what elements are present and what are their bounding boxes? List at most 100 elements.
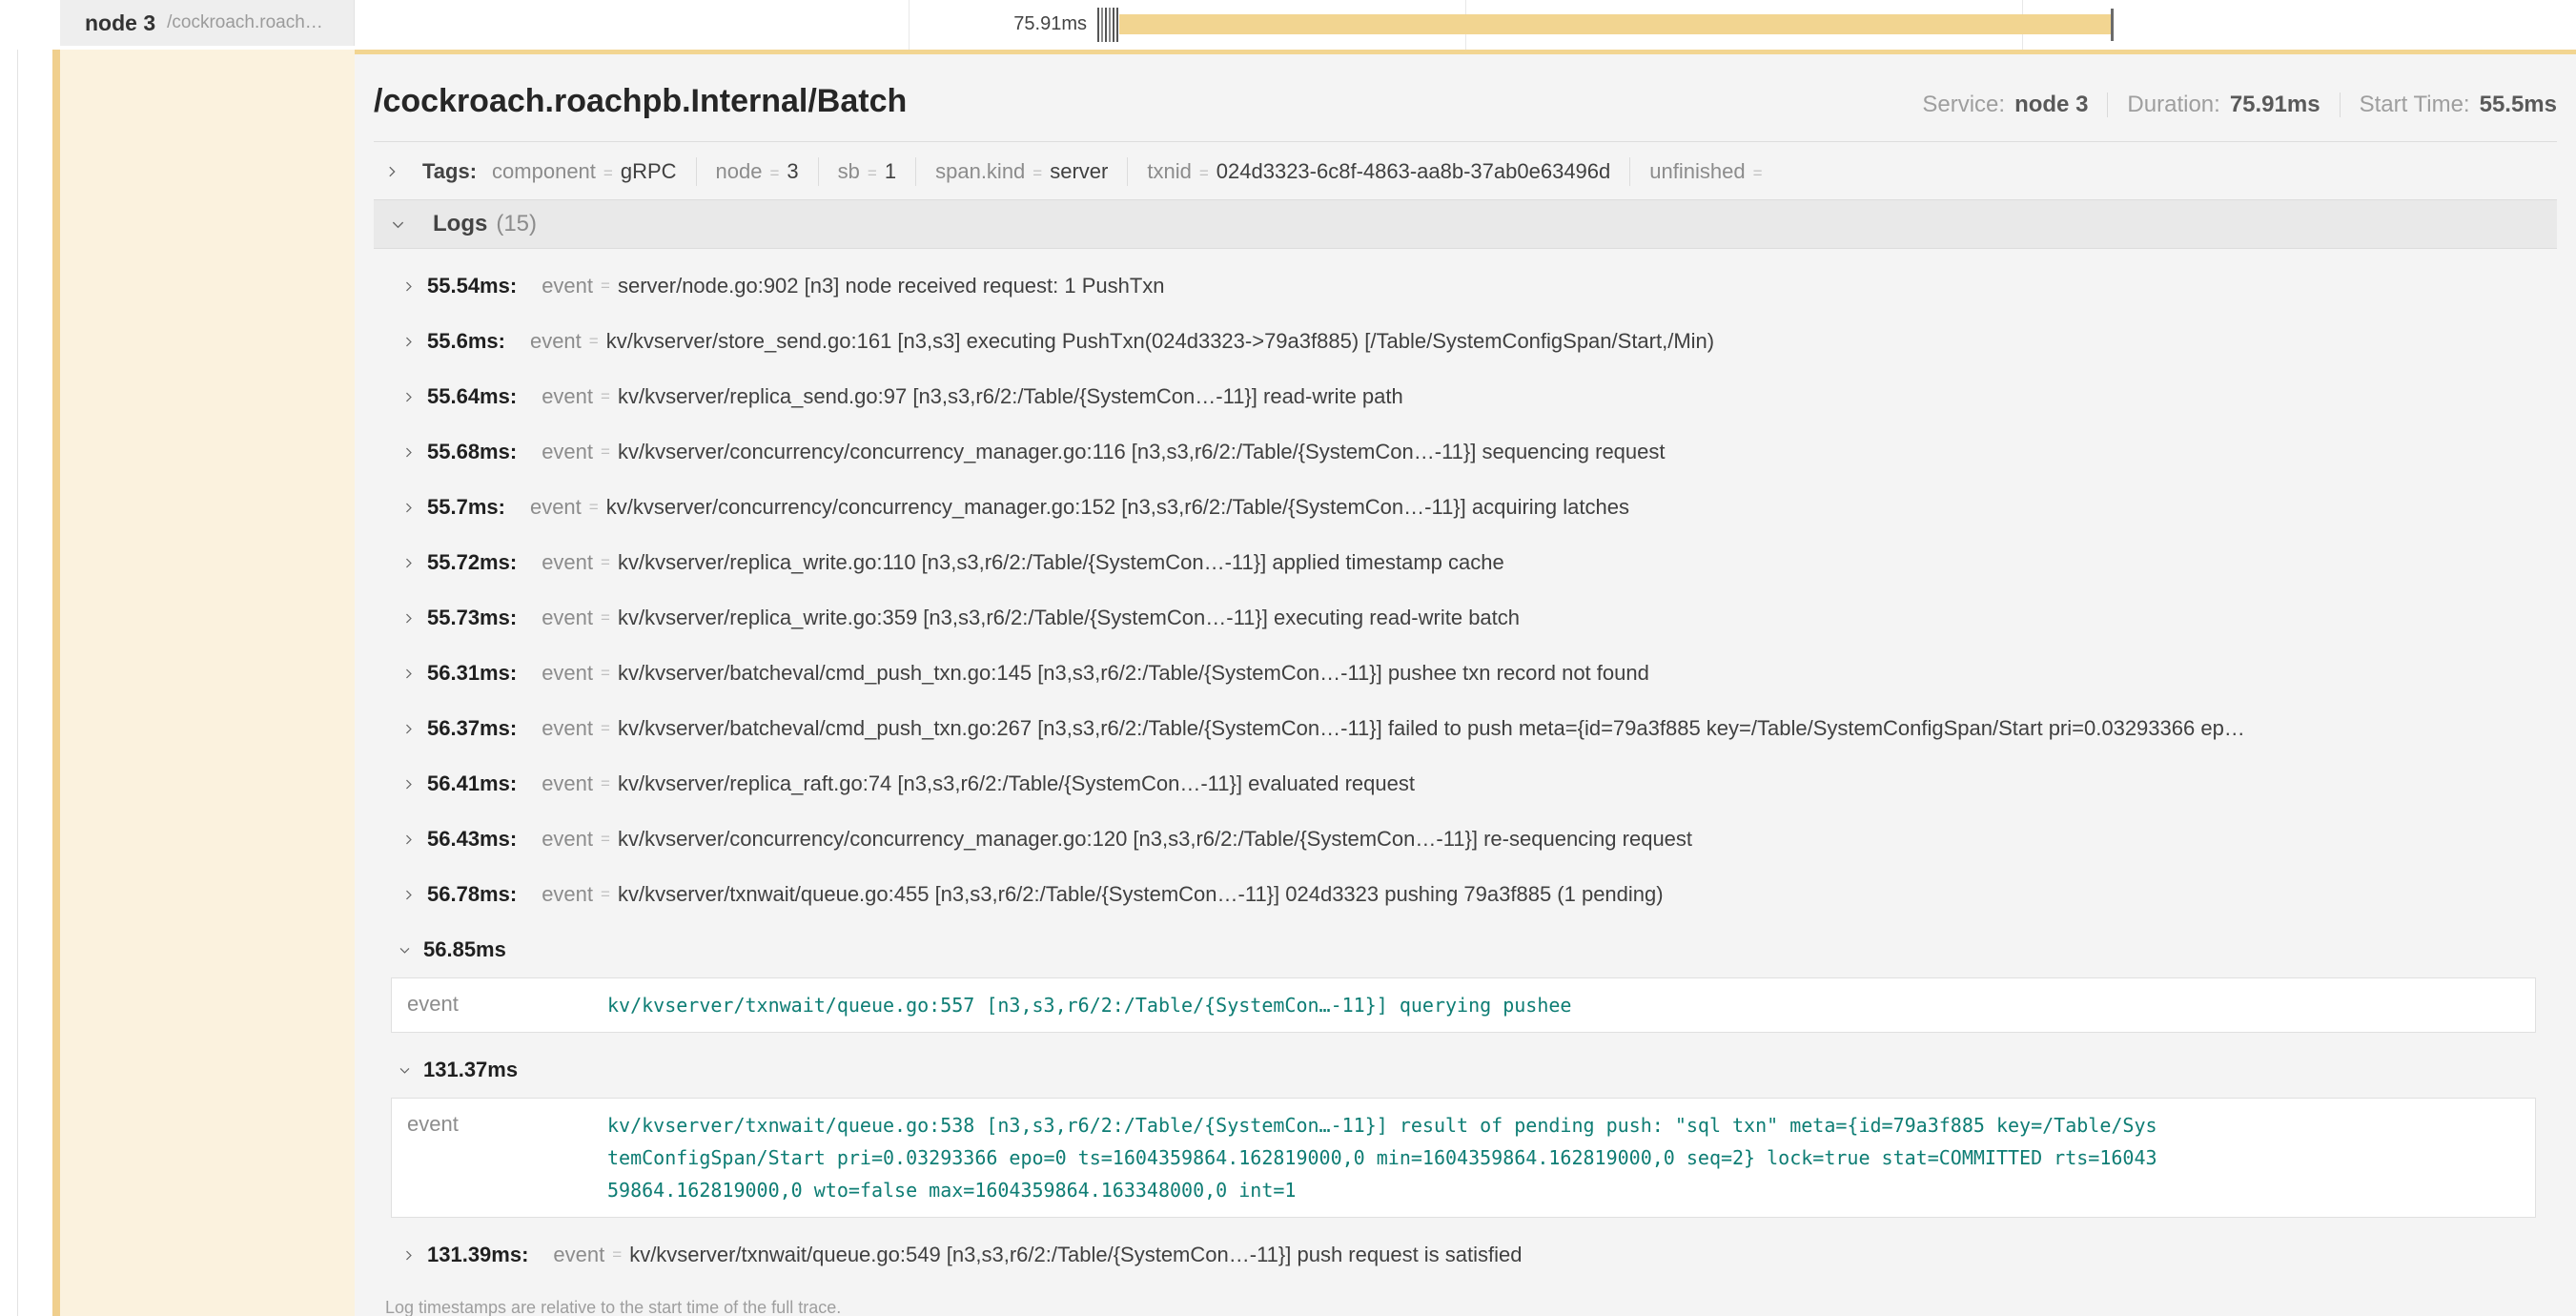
log-field-value: kv/kvserver/concurrency/concurrency_mana… bbox=[618, 827, 1692, 852]
chevron-right-icon bbox=[402, 446, 415, 459]
log-row[interactable]: 55.73ms: event = kv/kvserver/replica_wri… bbox=[374, 590, 2557, 646]
log-row[interactable]: 55.68ms: event = kv/kvserver/concurrency… bbox=[374, 424, 2557, 480]
log-field-key: event bbox=[542, 827, 593, 852]
logs-section-header[interactable]: Logs (15) bbox=[374, 199, 2557, 249]
log-row[interactable]: 55.54ms: event = server/node.go:902 [n3]… bbox=[374, 258, 2557, 314]
log-row[interactable]: 55.6ms: event = kv/kvserver/store_send.g… bbox=[374, 314, 2557, 369]
log-timestamp: 131.37ms bbox=[423, 1058, 518, 1082]
logs-chevron-down-icon[interactable] bbox=[391, 217, 405, 232]
log-field-key: event bbox=[542, 606, 593, 630]
log-field-key: event bbox=[542, 550, 593, 575]
meta-divider bbox=[2107, 93, 2108, 117]
logs-list: 55.54ms: event = server/node.go:902 [n3]… bbox=[374, 249, 2557, 1283]
log-field-value: kv/kvserver/replica_send.go:97 [n3,s3,r6… bbox=[618, 384, 1403, 409]
log-field-key: event bbox=[553, 1243, 604, 1267]
log-field-key: event bbox=[542, 274, 593, 298]
log-timestamp: 55.6ms: bbox=[427, 329, 505, 354]
span-service-name: node 3 bbox=[85, 10, 155, 36]
log-timestamp: 55.54ms: bbox=[427, 274, 517, 298]
log-row[interactable]: 56.43ms: event = kv/kvserver/concurrency… bbox=[374, 812, 2557, 867]
log-timestamp: 56.41ms: bbox=[427, 771, 517, 796]
log-field-key: event bbox=[530, 495, 582, 520]
tag-sb: sb = 1 bbox=[838, 159, 896, 184]
chevron-right-icon bbox=[402, 612, 415, 625]
log-row[interactable]: 56.78ms: event = kv/kvserver/txnwait/que… bbox=[374, 867, 2557, 922]
log-timestamp: 56.78ms: bbox=[427, 882, 517, 907]
expanded-log-header[interactable]: 56.85ms bbox=[374, 922, 2557, 977]
chevron-right-icon bbox=[402, 668, 415, 680]
tags-row[interactable]: Tags: component = gRPC node = 3 sb = 1 s… bbox=[374, 142, 2557, 199]
log-timestamp: 131.39ms: bbox=[427, 1243, 528, 1267]
log-field-value: kv/kvserver/concurrency/concurrency_mana… bbox=[606, 495, 1629, 520]
span-name-tab[interactable]: node 3 /cockroach.roach… bbox=[60, 0, 355, 46]
start-time-value: 55.5ms bbox=[2480, 92, 2557, 118]
chevron-right-icon bbox=[402, 833, 415, 846]
tag-divider bbox=[696, 157, 697, 186]
span-duration-bar[interactable] bbox=[1119, 14, 2112, 34]
log-row[interactable]: 55.7ms: event = kv/kvserver/concurrency/… bbox=[374, 480, 2557, 535]
log-timestamp: 55.73ms: bbox=[427, 606, 517, 630]
chevron-right-icon bbox=[402, 391, 415, 403]
log-field-key: event bbox=[542, 716, 593, 741]
span-row-highlight-panel bbox=[60, 46, 355, 1316]
logs-footer-note: Log timestamps are relative to the start… bbox=[385, 1298, 2557, 1316]
log-tick-mark-end bbox=[2111, 9, 2114, 41]
meta-divider bbox=[2340, 93, 2341, 117]
log-field-key: event bbox=[542, 882, 593, 907]
log-timestamp: 56.85ms bbox=[423, 937, 506, 962]
log-field-key: event bbox=[407, 989, 607, 1021]
log-field-value: kv/kvserver/txnwait/queue.go:557 [n3,s3,… bbox=[607, 989, 2165, 1021]
tag-divider bbox=[915, 157, 916, 186]
log-row[interactable]: 131.39ms: event = kv/kvserver/txnwait/qu… bbox=[374, 1227, 2557, 1283]
log-field-key: event bbox=[542, 661, 593, 686]
span-meta: Service: node 3 Duration: 75.91ms Start … bbox=[1922, 92, 2557, 118]
chevron-right-icon bbox=[402, 1249, 415, 1262]
trace-timeline-row[interactable]: node 3 /cockroach.roach… 75.91ms bbox=[0, 0, 2576, 50]
log-row[interactable]: 56.37ms: event = kv/kvserver/batcheval/c… bbox=[374, 701, 2557, 756]
tags-label: Tags: bbox=[422, 159, 477, 184]
tag-txnid: txnid = 024d3323-6c8f-4863-aa8b-37ab0e63… bbox=[1147, 159, 1610, 184]
logs-count: (15) bbox=[496, 211, 537, 237]
log-row[interactable]: 56.41ms: event = kv/kvserver/replica_raf… bbox=[374, 756, 2557, 812]
trace-page: node 3 /cockroach.roach… 75.91ms /cockro… bbox=[0, 0, 2576, 1316]
chevron-down-icon bbox=[399, 944, 411, 956]
log-timestamp: 56.31ms: bbox=[427, 661, 517, 686]
log-field-value: kv/kvserver/replica_write.go:110 [n3,s3,… bbox=[618, 550, 1504, 575]
log-field-value: kv/kvserver/txnwait/queue.go:538 [n3,s3,… bbox=[607, 1109, 2165, 1206]
log-field-value: server/node.go:902 [n3] node received re… bbox=[618, 274, 1165, 298]
tag-span-kind: span.kind = server bbox=[935, 159, 1108, 184]
expanded-log-detail: event kv/kvserver/txnwait/queue.go:557 [… bbox=[391, 977, 2536, 1033]
log-timestamp: 55.7ms: bbox=[427, 495, 505, 520]
tags-chevron-right-icon[interactable] bbox=[385, 165, 399, 178]
chevron-right-icon bbox=[402, 889, 415, 901]
chevron-right-icon bbox=[402, 502, 415, 514]
span-operation-name: /cockroach.roach… bbox=[167, 12, 323, 33]
expanded-log-detail: event kv/kvserver/txnwait/queue.go:538 [… bbox=[391, 1098, 2536, 1218]
log-timestamp: 56.43ms: bbox=[427, 827, 517, 852]
log-field-value: kv/kvserver/replica_raft.go:74 [n3,s3,r6… bbox=[618, 771, 1415, 796]
log-field-value: kv/kvserver/batcheval/cmd_push_txn.go:26… bbox=[618, 716, 2245, 741]
span-color-stripe bbox=[52, 0, 60, 1316]
service-value: node 3 bbox=[2014, 92, 2088, 118]
log-timestamp: 55.68ms: bbox=[427, 440, 517, 464]
log-field-key: event bbox=[542, 384, 593, 409]
log-field-value: kv/kvserver/txnwait/queue.go:455 [n3,s3,… bbox=[618, 882, 1664, 907]
timeline-gridline bbox=[909, 0, 910, 50]
chevron-right-icon bbox=[402, 778, 415, 791]
log-timestamp: 56.37ms: bbox=[427, 716, 517, 741]
log-row[interactable]: 56.31ms: event = kv/kvserver/batcheval/c… bbox=[374, 646, 2557, 701]
chevron-right-icon bbox=[402, 280, 415, 293]
log-timestamp: 55.64ms: bbox=[427, 384, 517, 409]
tag-divider bbox=[1127, 157, 1128, 186]
tag-component: component = gRPC bbox=[492, 159, 676, 184]
log-row[interactable]: 55.64ms: event = kv/kvserver/replica_sen… bbox=[374, 369, 2557, 424]
log-field-key: event bbox=[530, 329, 582, 354]
expanded-log-header[interactable]: 131.37ms bbox=[374, 1042, 2557, 1098]
chevron-right-icon bbox=[402, 557, 415, 569]
log-timestamp: 55.72ms: bbox=[427, 550, 517, 575]
span-detail-panel: /cockroach.roachpb.Internal/Batch Servic… bbox=[355, 54, 2576, 1316]
tag-divider bbox=[1629, 157, 1630, 186]
log-row[interactable]: 55.72ms: event = kv/kvserver/replica_wri… bbox=[374, 535, 2557, 590]
log-field-value: kv/kvserver/batcheval/cmd_push_txn.go:14… bbox=[618, 661, 1649, 686]
log-field-key: event bbox=[407, 1109, 607, 1206]
